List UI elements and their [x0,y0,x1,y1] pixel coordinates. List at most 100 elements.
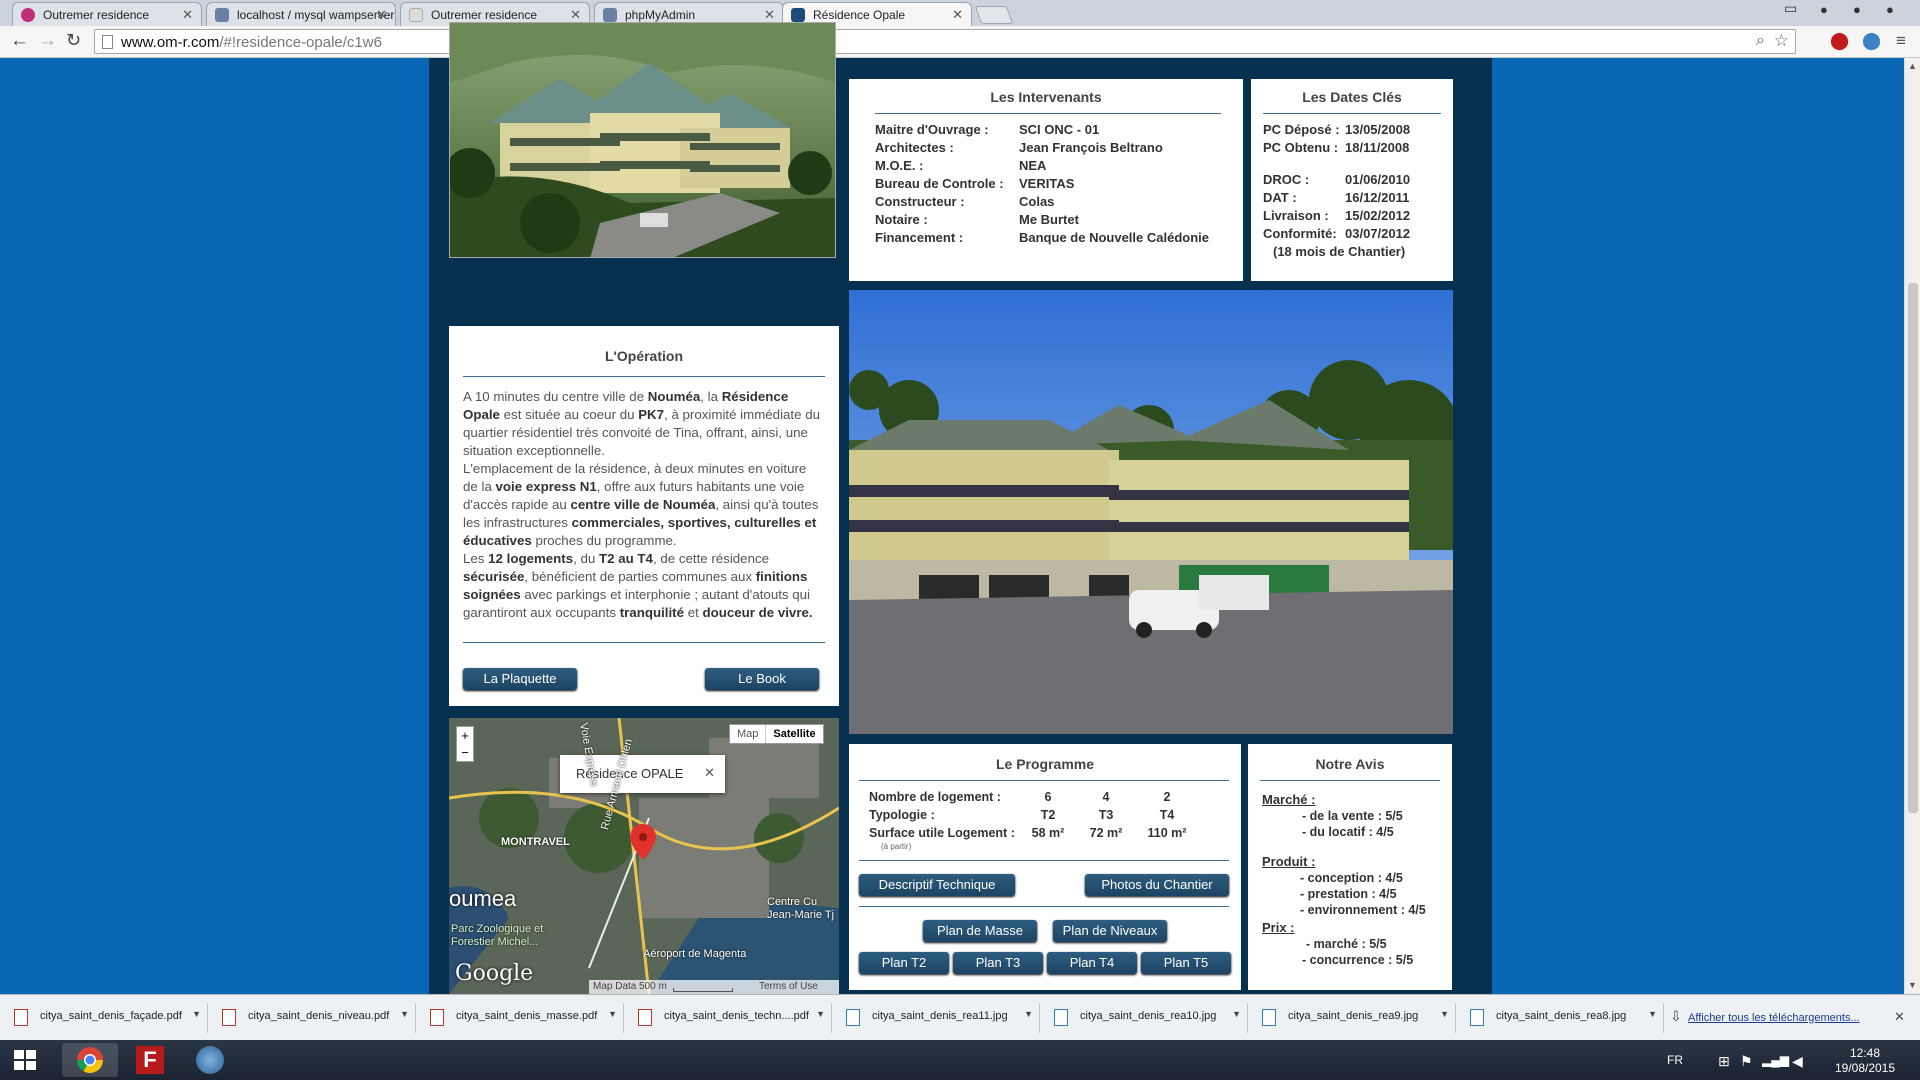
system-clock[interactable]: 12:48 19/08/2015 [1810,1046,1920,1076]
close-tab-icon[interactable]: ✕ [376,7,387,23]
map-marker-icon[interactable] [630,824,656,860]
tab-title: Outremer residence [431,8,538,22]
page-scrollbar[interactable]: ▲ ▼ [1904,58,1920,994]
close-window-icon[interactable]: ● [1886,2,1894,17]
download-item[interactable]: citya_saint_denis_masse.pdf ▼ [416,1003,624,1033]
zoom-control: + − [456,726,474,762]
avis-prix-heading: Prix : [1262,920,1295,935]
chat-extension-icon[interactable]: ⬤ [1862,31,1881,51]
url-host: www.om-r.com [121,34,220,51]
download-item[interactable]: citya_saint_denis_rea9.jpg ▼ [1248,1003,1456,1033]
pdf-file-icon [638,1009,652,1026]
plan-de-niveaux-button[interactable]: Plan de Niveaux [1053,920,1167,942]
action-center-icon[interactable]: ⚑ [1740,1053,1753,1070]
browser-tab-2[interactable]: localhost / mysql wampserver ✕ [206,2,396,26]
taskbar-app-3[interactable] [182,1043,238,1077]
value-conformite: 03/07/2012 [1345,226,1411,241]
descriptif-technique-button[interactable]: Descriptif Technique [859,874,1015,896]
taskbar-chrome[interactable] [62,1043,118,1077]
bookmark-star-icon[interactable]: ☆ [1774,31,1789,51]
chrome-icon [76,1047,104,1074]
windows-flag-tray-icon[interactable]: ⊞ [1718,1053,1730,1070]
browser-tab-1[interactable]: Outremer residence ✕ [12,2,202,26]
close-tab-icon[interactable]: ✕ [570,7,581,23]
label-moe: M.O.E. : [875,158,924,173]
scroll-up-icon[interactable]: ▲ [1908,61,1917,71]
download-menu-chevron-icon[interactable]: ▼ [816,1009,825,1019]
close-tab-icon[interactable]: ✕ [764,7,775,23]
count-t4: 2 [1163,790,1171,804]
la-plaquette-button[interactable]: La Plaquette [463,668,577,690]
plan-t4-button[interactable]: Plan T4 [1047,952,1137,974]
download-arrow-icon: ⇩ [1670,1008,1682,1024]
tab-title: Outremer residence [43,8,150,22]
scrollbar-thumb[interactable] [1908,283,1918,813]
close-tab-icon[interactable]: ✕ [182,7,193,23]
new-tab-button[interactable] [974,6,1014,24]
windows-start-icon[interactable] [14,1050,36,1070]
taskbar-filezilla[interactable]: F [122,1043,178,1077]
dates-labels-1: PC Déposé : PC Obtenu : [1263,121,1340,157]
photos-chantier-button[interactable]: Photos du Chantier [1085,874,1229,896]
plan-t2-button[interactable]: Plan T2 [859,952,949,974]
avis-environnement: - environnement : 4/5 [1300,903,1426,917]
windows-taskbar: F FR ⊞ ⚑ ▂▄▆ ◀ 12:48 19/08/2015 [0,1040,1920,1080]
map-scale-bar [673,988,733,992]
close-downloads-bar-icon[interactable]: ✕ [1894,1009,1905,1025]
address-bar[interactable]: www.om-r.com/#!residence-opale/c1w6 ⌕ ☆ [94,29,1796,54]
chrome-menu-icon[interactable]: ≡ [1896,31,1906,51]
avis-produit-heading: Produit : [1262,854,1316,869]
tab-title: Résidence Opale [813,8,906,22]
scroll-down-icon[interactable]: ▼ [1908,980,1917,990]
download-menu-chevron-icon[interactable]: ▼ [608,1009,617,1019]
le-book-button[interactable]: Le Book [705,668,819,690]
show-all-downloads-link[interactable]: Afficher tous les téléchargements... [1688,1012,1860,1024]
text: et [684,605,703,620]
download-menu-chevron-icon[interactable]: ▼ [1648,1009,1657,1019]
download-menu-chevron-icon[interactable]: ▼ [1232,1009,1241,1019]
language-indicator[interactable]: FR [1667,1053,1683,1067]
download-item[interactable]: citya_saint_denis_façade.pdf ▼ [0,1003,208,1033]
download-item[interactable]: citya_saint_denis_niveau.pdf ▼ [208,1003,416,1033]
restore-window-icon[interactable]: ● [1853,2,1861,17]
zoom-in-button[interactable]: + [457,727,473,744]
download-item[interactable]: citya_saint_denis_rea11.jpg ▼ [832,1003,1040,1033]
plan-de-masse-button[interactable]: Plan de Masse [923,920,1037,942]
volume-icon[interactable]: ◀ [1792,1053,1803,1070]
download-filename: citya_saint_denis_masse.pdf [456,1010,598,1022]
plan-t3-button[interactable]: Plan T3 [953,952,1043,974]
avis-title: Notre Avis [1315,756,1385,772]
title-divider [1260,780,1440,781]
minimize-window-icon[interactable]: ● [1820,2,1828,17]
map-type-map-button[interactable]: Map [730,725,765,743]
user-profile-icon[interactable]: ▭ [1784,0,1797,17]
label-pc-obtenu: PC Obtenu : [1263,140,1339,155]
download-menu-chevron-icon[interactable]: ▼ [400,1009,409,1019]
back-arrow-icon[interactable]: ← [10,30,29,52]
zoom-out-button[interactable]: − [457,744,473,761]
download-menu-chevron-icon[interactable]: ▼ [1440,1009,1449,1019]
reload-icon[interactable]: ↻ [66,30,81,51]
map-data-label[interactable]: Map Data [593,981,636,992]
download-item[interactable]: citya_saint_denis_rea10.jpg ▼ [1040,1003,1248,1033]
zoom-magnifier-icon[interactable]: ⌕ [1756,32,1765,50]
close-tab-icon[interactable]: ✕ [952,7,963,23]
download-menu-chevron-icon[interactable]: ▼ [192,1009,201,1019]
network-icon[interactable]: ▂▄▆ [1762,1053,1789,1067]
google-logo: Google [455,961,534,986]
plan-t5-button[interactable]: Plan T5 [1141,952,1231,974]
map-type-satellite-button[interactable]: Satellite [765,725,822,743]
forward-arrow-icon[interactable]: → [38,30,57,52]
download-item[interactable]: citya_saint_denis_rea8.jpg ▼ [1456,1003,1664,1033]
text-bold: PK7 [638,407,665,422]
type-t2: T2 [1040,808,1056,822]
map-terms-link[interactable]: Terms of Use [759,981,818,992]
location-map[interactable]: Map Satellite + − Résidence OPALE ✕ MONT… [449,718,839,994]
download-menu-chevron-icon[interactable]: ▼ [1024,1009,1033,1019]
pdf-file-icon [14,1009,28,1026]
popup-close-icon[interactable]: ✕ [704,765,715,781]
download-filename: citya_saint_denis_rea11.jpg [872,1010,1008,1022]
value-maitre-ouvrage: SCI ONC - 01 [1019,122,1100,137]
download-item[interactable]: citya_saint_denis_techn....pdf ▼ [624,1003,832,1033]
adblock-extension-icon[interactable]: ⬤ [1830,31,1849,51]
